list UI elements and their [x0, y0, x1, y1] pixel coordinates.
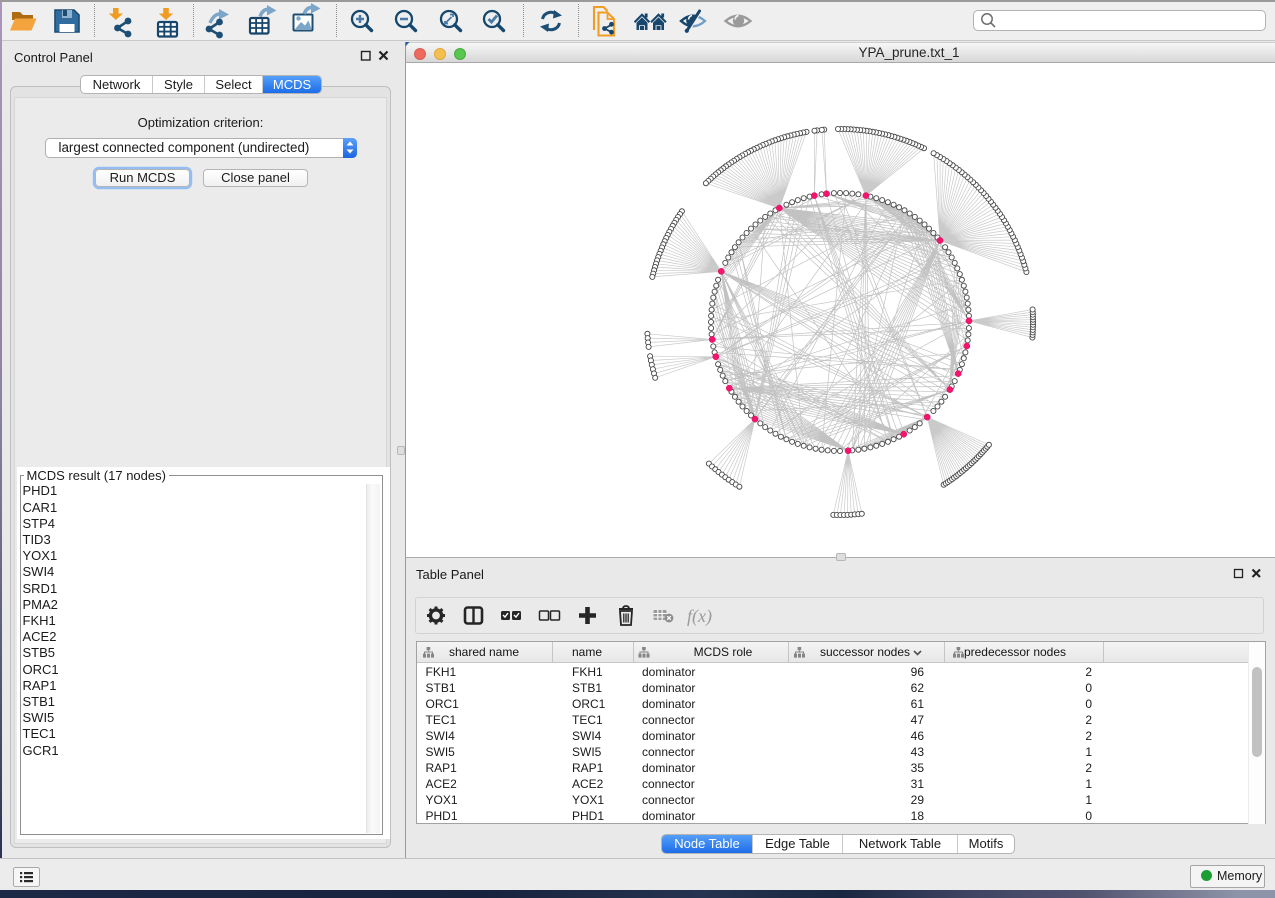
svg-text:f(x): f(x) [687, 606, 712, 627]
